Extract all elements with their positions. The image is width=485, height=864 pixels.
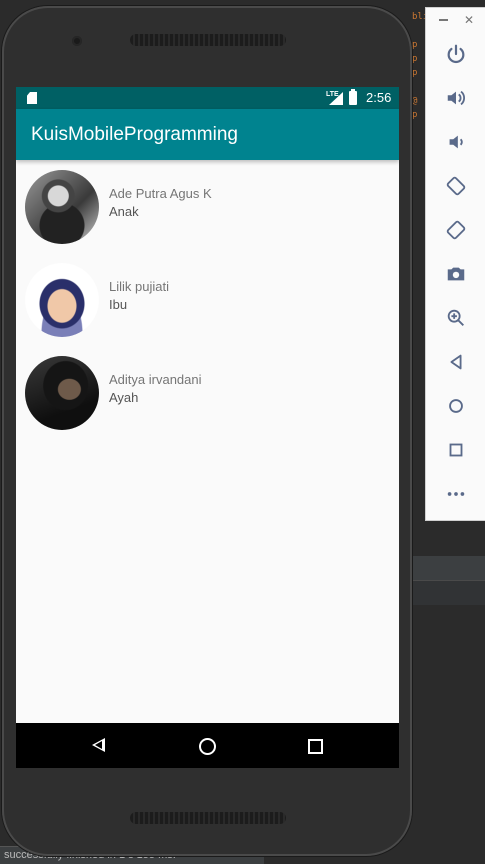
volume-down-icon <box>449 135 463 149</box>
volume-up-button[interactable] <box>443 85 469 111</box>
back-icon <box>450 354 462 370</box>
rotate-left-button[interactable] <box>443 173 469 199</box>
ide-toolbar-band <box>410 556 485 580</box>
contact-name: Aditya irvandani <box>109 372 202 387</box>
emulator-overview-button[interactable] <box>443 437 469 463</box>
emulator-home-button[interactable] <box>443 393 469 419</box>
network-type-label: LTE <box>326 91 339 98</box>
contact-name: Ade Putra Agus K <box>109 186 212 201</box>
front-camera-icon <box>72 36 82 46</box>
android-status-bar: LTE 2:56 <box>16 87 399 109</box>
home-icon <box>449 399 463 413</box>
volume-up-icon <box>447 90 465 106</box>
minimize-icon[interactable] <box>439 19 448 21</box>
more-icon <box>447 492 465 496</box>
bottom-speaker-grille <box>130 812 286 824</box>
overview-icon <box>449 443 463 457</box>
ide-panel-band <box>410 580 485 605</box>
status-time: 2:56 <box>366 90 392 105</box>
rotate-left-icon <box>446 176 466 196</box>
battery-icon <box>349 89 357 105</box>
contact-role: Ayah <box>109 390 139 405</box>
avatar <box>25 170 99 244</box>
close-icon[interactable]: ✕ <box>464 13 474 27</box>
list-item[interactable]: Aditya irvandani Ayah <box>16 353 399 446</box>
screenshot-button[interactable] <box>443 261 469 287</box>
emulator-back-button[interactable] <box>443 349 469 375</box>
volume-down-button[interactable] <box>443 129 469 155</box>
home-icon[interactable] <box>199 738 216 755</box>
power-button[interactable] <box>443 41 469 67</box>
avatar <box>25 356 99 430</box>
phone-screen: LTE 2:56 KuisMobileProgramming Ade Putra… <box>16 87 399 768</box>
top-speaker-grille <box>130 34 286 46</box>
contact-name: Lilik pujiati <box>109 279 169 294</box>
camera-icon <box>447 267 465 281</box>
back-icon[interactable] <box>92 738 105 752</box>
rotate-right-icon <box>446 220 466 240</box>
contact-list[interactable]: Ade Putra Agus K Anak Lilik pujiati Ibu … <box>16 167 399 446</box>
avatar <box>25 263 99 337</box>
zoom-button[interactable] <box>443 305 469 331</box>
panel-header: ✕ <box>426 8 485 32</box>
app-title: KuisMobileProgramming <box>31 124 238 145</box>
emulator-control-panel: ✕ <box>425 7 485 521</box>
app-bar: KuisMobileProgramming <box>16 109 399 160</box>
contact-role: Anak <box>109 204 139 219</box>
list-item[interactable]: Ade Putra Agus K Anak <box>16 167 399 260</box>
rotate-right-button[interactable] <box>443 217 469 243</box>
recents-icon[interactable] <box>308 739 323 754</box>
list-item[interactable]: Lilik pujiati Ibu <box>16 260 399 353</box>
sd-card-icon <box>27 92 37 104</box>
power-icon <box>447 44 465 64</box>
zoom-icon <box>447 309 464 326</box>
android-nav-bar <box>16 723 399 768</box>
contact-role: Ibu <box>109 297 128 312</box>
more-button[interactable] <box>443 481 469 507</box>
